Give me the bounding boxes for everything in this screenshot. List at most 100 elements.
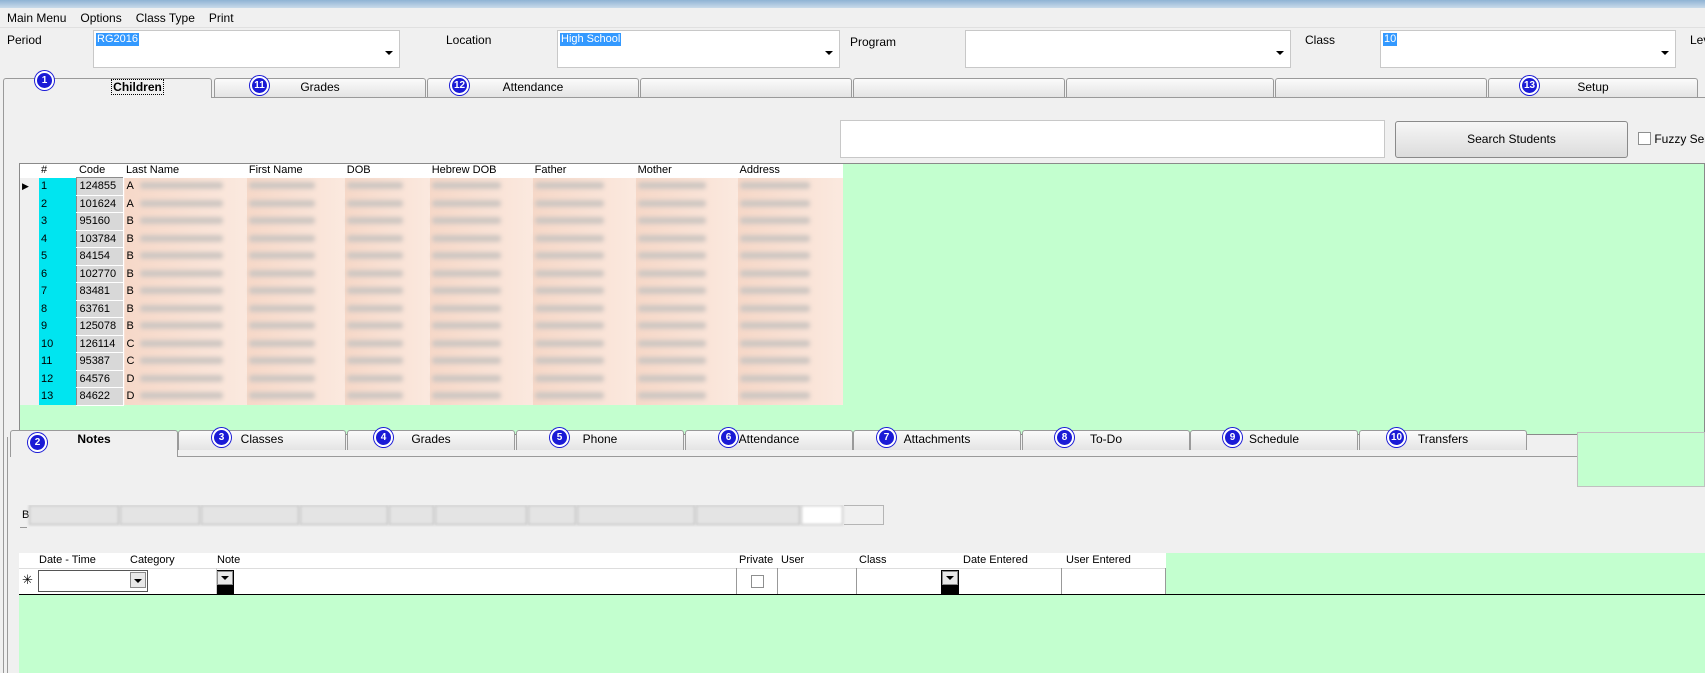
student-code[interactable]: 125078 bbox=[76, 317, 125, 336]
table-row[interactable]: 4 103784 B bbox=[20, 229, 843, 248]
father-cell[interactable] bbox=[532, 335, 636, 353]
mother-cell[interactable] bbox=[635, 370, 738, 388]
last-name-cell[interactable]: B bbox=[123, 247, 247, 265]
student-code[interactable]: 124855 bbox=[76, 177, 125, 196]
address-cell[interactable] bbox=[737, 317, 843, 335]
dob-cell[interactable] bbox=[344, 317, 430, 335]
table-row[interactable]: 13 84622 D bbox=[20, 387, 843, 406]
student-code[interactable]: 84154 bbox=[76, 247, 125, 266]
col-user[interactable]: User bbox=[781, 554, 804, 566]
search-students-button[interactable]: Search Students bbox=[1395, 121, 1628, 158]
class-dropdown-button[interactable] bbox=[941, 570, 959, 594]
father-cell[interactable] bbox=[532, 177, 636, 195]
father-cell[interactable] bbox=[532, 212, 636, 230]
dob-cell[interactable] bbox=[344, 300, 430, 318]
note-subtab[interactable] bbox=[696, 505, 801, 525]
tab-phone[interactable]: Phone bbox=[516, 430, 684, 450]
table-row[interactable]: 11 95387 C bbox=[20, 352, 843, 371]
student-code[interactable]: 126114 bbox=[76, 334, 125, 353]
col-date-time[interactable]: Date - Time bbox=[39, 554, 96, 566]
student-code[interactable]: 83481 bbox=[76, 282, 125, 301]
student-code[interactable]: 95160 bbox=[76, 212, 125, 231]
mother-cell[interactable] bbox=[635, 195, 738, 213]
first-name-cell[interactable] bbox=[246, 177, 345, 195]
dob-cell[interactable] bbox=[344, 265, 430, 283]
tab-blank-4[interactable] bbox=[1275, 78, 1487, 97]
tab-grades[interactable]: Grades bbox=[214, 78, 426, 97]
note-subtab[interactable] bbox=[389, 505, 435, 525]
father-cell[interactable] bbox=[532, 370, 636, 388]
program-combo[interactable] bbox=[965, 30, 1291, 68]
last-name-cell[interactable]: C bbox=[123, 335, 247, 353]
father-cell[interactable] bbox=[532, 195, 636, 213]
menu-options[interactable]: Options bbox=[73, 8, 128, 28]
student-code[interactable]: 103784 bbox=[76, 229, 125, 248]
tab-transfers[interactable]: Transfers bbox=[1359, 430, 1527, 450]
address-cell[interactable] bbox=[737, 212, 843, 230]
chevron-down-icon[interactable] bbox=[1276, 51, 1284, 55]
hebrew-dob-cell[interactable] bbox=[429, 335, 533, 353]
mother-cell[interactable] bbox=[635, 300, 738, 318]
student-code[interactable]: 63761 bbox=[76, 299, 125, 318]
private-checkbox[interactable] bbox=[751, 575, 764, 588]
period-combo[interactable]: RG2016 bbox=[93, 30, 400, 68]
father-cell[interactable] bbox=[532, 387, 636, 405]
address-cell[interactable] bbox=[737, 230, 843, 248]
mother-cell[interactable] bbox=[635, 230, 738, 248]
tab-attendance[interactable]: Attendance bbox=[685, 430, 853, 450]
hebrew-dob-cell[interactable] bbox=[429, 177, 533, 195]
first-name-cell[interactable] bbox=[246, 195, 345, 213]
hebrew-dob-cell[interactable] bbox=[429, 282, 533, 300]
last-name-cell[interactable]: B bbox=[123, 230, 247, 248]
tab-to-do[interactable]: To-Do bbox=[1022, 430, 1190, 450]
note-subtab[interactable] bbox=[528, 505, 577, 525]
last-name-cell[interactable]: D bbox=[123, 370, 247, 388]
table-row[interactable]: 9 125078 B bbox=[20, 317, 843, 336]
fuzzy-search-checkbox[interactable] bbox=[1638, 132, 1651, 146]
col-note[interactable]: Note bbox=[217, 554, 240, 566]
mother-cell[interactable] bbox=[635, 387, 738, 405]
first-name-cell[interactable] bbox=[246, 212, 345, 230]
menu-main[interactable]: Main Menu bbox=[0, 8, 73, 28]
col-address[interactable]: Address bbox=[737, 164, 843, 178]
last-name-cell[interactable]: A bbox=[123, 195, 247, 213]
student-code[interactable]: 84622 bbox=[76, 387, 125, 406]
hebrew-dob-cell[interactable] bbox=[429, 300, 533, 318]
menu-print[interactable]: Print bbox=[202, 8, 241, 28]
last-name-cell[interactable]: B bbox=[123, 282, 247, 300]
first-name-cell[interactable] bbox=[246, 282, 345, 300]
date-time-field[interactable] bbox=[38, 570, 148, 592]
last-name-cell[interactable]: D bbox=[123, 387, 247, 405]
tab-schedule[interactable]: Schedule bbox=[1190, 430, 1358, 450]
hebrew-dob-cell[interactable] bbox=[429, 352, 533, 370]
dob-cell[interactable] bbox=[344, 247, 430, 265]
col-num[interactable]: # bbox=[38, 164, 77, 178]
class-combo[interactable]: 10 bbox=[1380, 30, 1676, 68]
address-cell[interactable] bbox=[737, 195, 843, 213]
first-name-cell[interactable] bbox=[246, 387, 345, 405]
chevron-down-icon[interactable] bbox=[1661, 51, 1669, 55]
col-first-name[interactable]: First Name bbox=[246, 164, 345, 178]
table-row[interactable]: 2 101624 A bbox=[20, 194, 843, 213]
last-name-cell[interactable]: B bbox=[123, 317, 247, 335]
col-category[interactable]: Category bbox=[130, 554, 175, 566]
col-hebrew-dob[interactable]: Hebrew DOB bbox=[429, 164, 533, 178]
col-private[interactable]: Private bbox=[739, 554, 773, 566]
col-class[interactable]: Class bbox=[859, 554, 887, 566]
table-row[interactable]: 10 126114 C bbox=[20, 334, 843, 353]
last-name-cell[interactable]: B bbox=[123, 300, 247, 318]
mother-cell[interactable] bbox=[635, 265, 738, 283]
father-cell[interactable] bbox=[532, 352, 636, 370]
table-row[interactable]: 12 64576 D bbox=[20, 369, 843, 388]
address-cell[interactable] bbox=[737, 387, 843, 405]
chevron-down-icon[interactable] bbox=[385, 51, 393, 55]
hebrew-dob-cell[interactable] bbox=[429, 387, 533, 405]
first-name-cell[interactable] bbox=[246, 317, 345, 335]
col-user-entered[interactable]: User Entered bbox=[1066, 554, 1131, 566]
father-cell[interactable] bbox=[532, 230, 636, 248]
address-cell[interactable] bbox=[737, 177, 843, 195]
father-cell[interactable] bbox=[532, 317, 636, 335]
tab-blank-1[interactable] bbox=[640, 78, 852, 97]
mother-cell[interactable] bbox=[635, 282, 738, 300]
mother-cell[interactable] bbox=[635, 247, 738, 265]
